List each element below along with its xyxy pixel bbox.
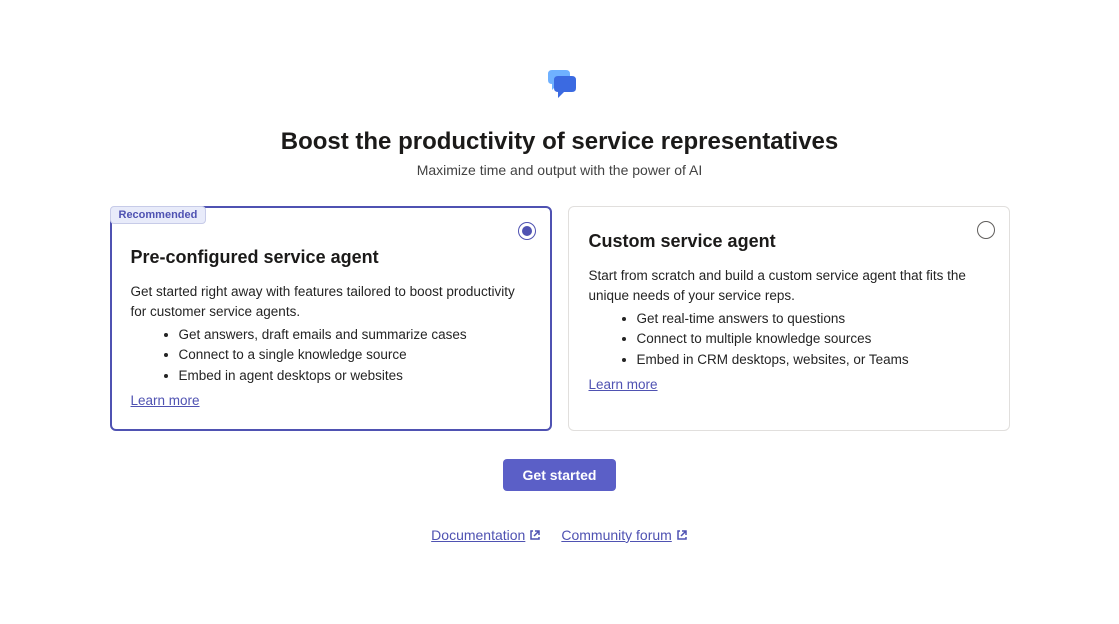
list-item: Get answers, draft emails and summarize …: [179, 325, 531, 345]
get-started-button[interactable]: Get started: [503, 459, 617, 491]
list-item: Get real-time answers to questions: [637, 309, 989, 329]
external-link-icon: [529, 529, 541, 541]
recommended-badge: Recommended: [110, 206, 207, 224]
custom-agent-card[interactable]: Custom service agent Start from scratch …: [568, 206, 1010, 431]
custom-feature-list: Get real-time answers to questions Conne…: [637, 309, 989, 370]
preconfigured-agent-card[interactable]: Recommended Pre-configured service agent…: [110, 206, 552, 431]
community-forum-link[interactable]: Community forum: [561, 527, 687, 543]
documentation-link-label: Documentation: [431, 527, 525, 543]
custom-card-description: Start from scratch and build a custom se…: [589, 266, 989, 305]
app-logo: [536, 60, 584, 108]
option-cards-container: Recommended Pre-configured service agent…: [110, 206, 1010, 431]
footer-links: Documentation Community forum: [431, 527, 688, 543]
list-item: Connect to multiple knowledge sources: [637, 329, 989, 349]
page-title: Boost the productivity of service repres…: [281, 128, 839, 156]
preconfigured-learn-more-link[interactable]: Learn more: [131, 393, 200, 408]
community-link-label: Community forum: [561, 527, 671, 543]
custom-learn-more-link[interactable]: Learn more: [589, 377, 658, 392]
list-item: Connect to a single knowledge source: [179, 345, 531, 365]
list-item: Embed in agent desktops or websites: [179, 366, 531, 386]
custom-radio[interactable]: [977, 221, 995, 239]
list-item: Embed in CRM desktops, websites, or Team…: [637, 350, 989, 370]
preconfigured-feature-list: Get answers, draft emails and summarize …: [179, 325, 531, 386]
custom-card-title: Custom service agent: [589, 231, 989, 252]
preconfigured-card-title: Pre-configured service agent: [131, 247, 531, 268]
preconfigured-card-description: Get started right away with features tai…: [131, 282, 531, 321]
preconfigured-radio[interactable]: [518, 222, 536, 240]
page-subtitle: Maximize time and output with the power …: [417, 162, 703, 178]
documentation-link[interactable]: Documentation: [431, 527, 541, 543]
external-link-icon: [676, 529, 688, 541]
